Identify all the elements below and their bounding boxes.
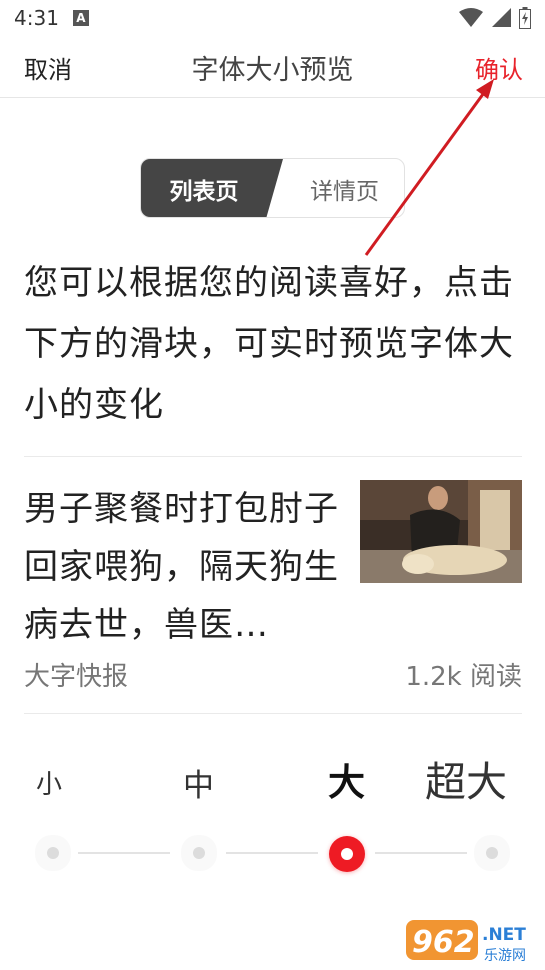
page-title: 字体大小预览: [191, 55, 354, 86]
slider-track[interactable]: [226, 852, 318, 854]
size-option-medium[interactable]: 中: [183, 760, 214, 805]
status-icons: [459, 7, 531, 29]
slider-stop-extra-large[interactable]: [486, 847, 498, 859]
status-bar: 4:31 A: [0, 0, 545, 36]
slider-stop-medium[interactable]: [193, 847, 205, 859]
slider-track[interactable]: [375, 852, 467, 854]
confirm-button[interactable]: 确认: [475, 50, 523, 85]
slider-stop-small[interactable]: [47, 847, 59, 859]
svg-text:乐游网: 乐游网: [484, 948, 526, 964]
wifi-icon: [459, 8, 483, 27]
slider-track[interactable]: [78, 852, 170, 854]
intro-text: 您可以根据您的阅读喜好，点击下方的滑块，可实时预览字体大小的变化: [24, 263, 514, 425]
status-time: 4:31: [14, 6, 59, 30]
size-option-large[interactable]: 大: [328, 752, 365, 806]
preview-mode-tabs: 列表页 详情页: [140, 158, 405, 218]
a-icon: A: [72, 10, 89, 26]
signal-icon: [492, 8, 511, 27]
watermark-logo: 962 .NET 乐游网: [406, 918, 540, 966]
article-title[interactable]: 男子聚餐时打包肘子回家喂狗，隔天狗生病去世，兽医…: [24, 480, 344, 654]
divider: [24, 713, 522, 714]
article-source: 大字快报: [24, 662, 129, 692]
article-read-count: 1.2k 阅读: [405, 662, 522, 692]
tab-list-page[interactable]: 列表页: [141, 159, 283, 217]
top-bar: 取消 字体大小预览 确认: [0, 36, 545, 98]
tab-detail-page[interactable]: 详情页: [283, 159, 404, 217]
divider: [24, 456, 522, 457]
size-option-small[interactable]: 小: [36, 764, 62, 801]
svg-text:.NET: .NET: [482, 925, 526, 945]
slider-thumb[interactable]: [329, 836, 365, 872]
battery-icon: [519, 7, 531, 29]
svg-text:962: 962: [412, 925, 475, 960]
font-size-preview-screen: 4:31 A 取消 字体大小预览 确认 列表页 详情页 您可以根据您的阅读喜好，…: [0, 0, 545, 970]
article-thumbnail[interactable]: [360, 480, 522, 583]
size-option-extra-large[interactable]: 超大: [425, 748, 507, 808]
